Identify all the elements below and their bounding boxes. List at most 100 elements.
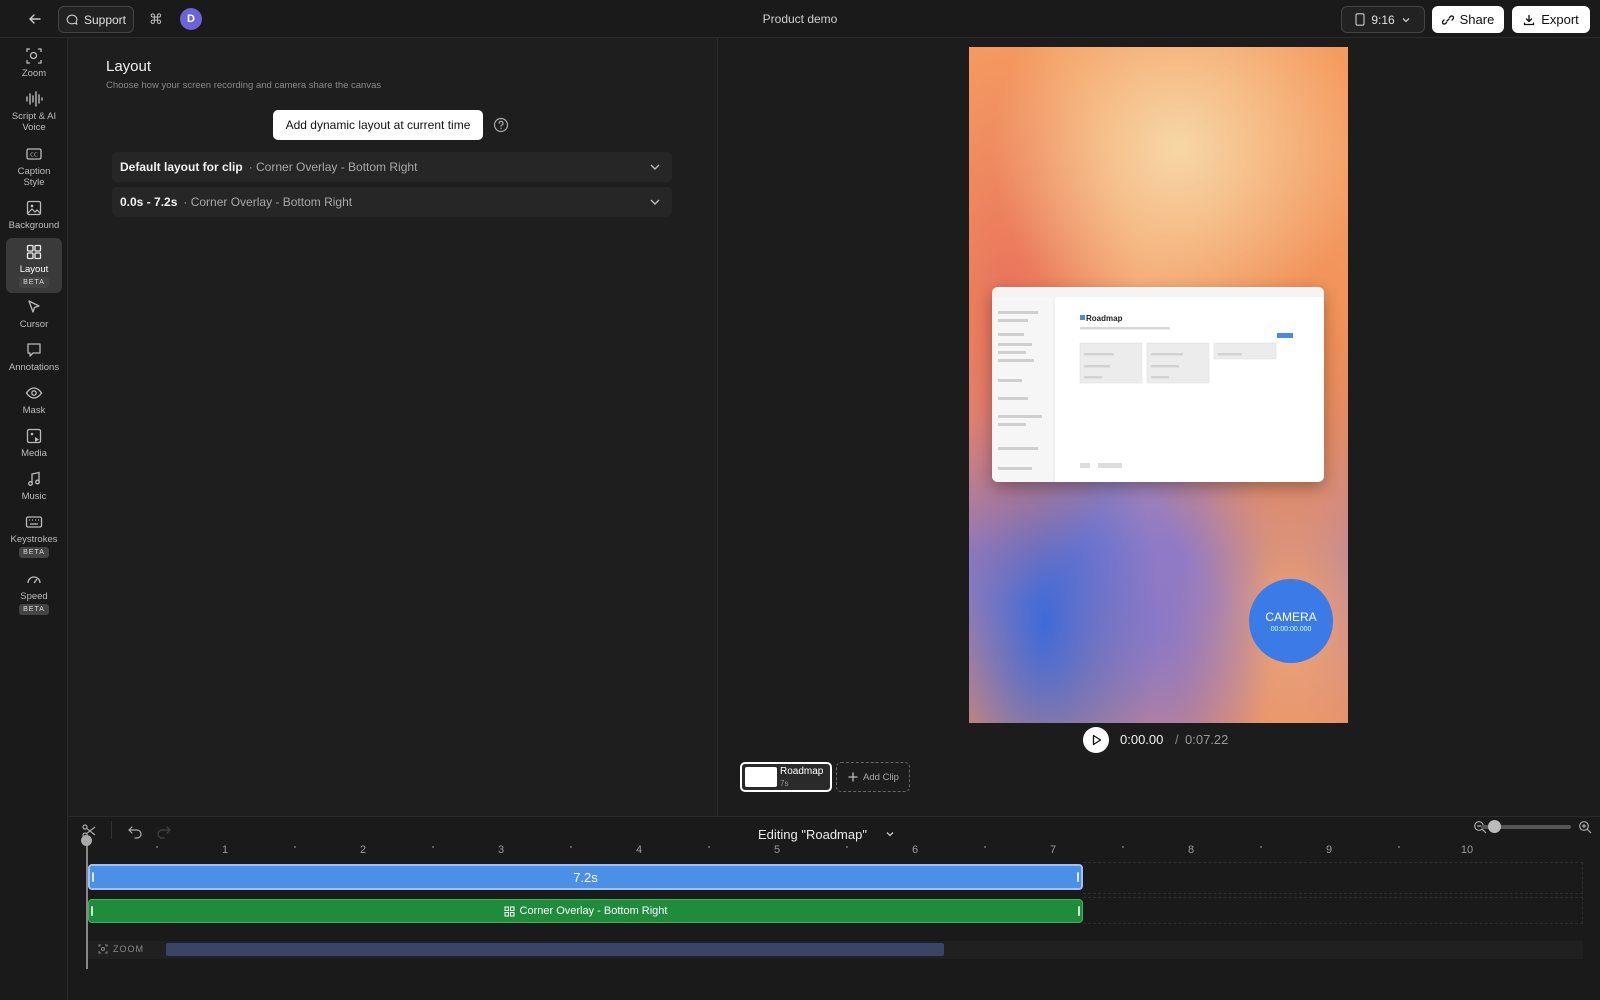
sidebar-item-cursor[interactable]: Cursor — [6, 297, 62, 330]
zoom-slider-handle[interactable] — [1488, 820, 1501, 833]
sidebar-item-annotations[interactable]: Annotations — [6, 340, 62, 373]
ruler-minor-tick — [156, 846, 158, 848]
row-detail: · Corner Overlay - Bottom Right — [183, 195, 353, 209]
arrow-left-icon — [29, 14, 41, 24]
image-icon — [24, 198, 44, 218]
clip-segment[interactable]: 7.2s — [88, 864, 1083, 890]
redo-button[interactable] — [156, 823, 172, 839]
sidebar-item-zoom[interactable]: Zoom — [6, 46, 62, 79]
screen-title: Roadmap — [1086, 314, 1123, 323]
support-button[interactable]: Support — [58, 6, 134, 33]
ruler-minor-tick — [294, 846, 296, 848]
video-canvas[interactable]: Roadmap CAMERA 00:00:00.000 — [969, 47, 1348, 723]
share-button[interactable]: Share — [1432, 6, 1504, 33]
panel-subtitle: Choose how your screen recording and cam… — [106, 80, 382, 91]
ruler-minor-tick — [1398, 846, 1400, 848]
preview-area: Roadmap CAMERA 00:00:00.000 0:00.00 / 0:… — [718, 38, 1600, 816]
add-clip-button[interactable]: Add Clip — [836, 762, 910, 792]
sidebar-item-keystrokes[interactable]: Keystrokes BETA — [6, 512, 62, 558]
command-palette-button[interactable]: ⌘ — [144, 8, 168, 30]
clip-thumbnail — [745, 767, 777, 787]
caption-icon: CC — [24, 144, 44, 164]
ruler-minor-tick — [846, 846, 848, 848]
ruler-minor-tick — [570, 846, 572, 848]
sidebar-item-label: Layout — [19, 264, 49, 275]
clip-trim-end-handle[interactable] — [1077, 872, 1079, 882]
beta-badge: BETA — [19, 604, 49, 615]
comment-icon — [24, 340, 44, 360]
sidebar-item-layout[interactable]: Layout BETA — [6, 238, 62, 293]
avatar[interactable]: D — [180, 8, 202, 30]
support-label: Support — [83, 12, 127, 27]
export-button[interactable]: Export — [1512, 6, 1590, 33]
sidebar-item-background[interactable]: Background — [6, 198, 62, 231]
media-icon — [24, 426, 44, 446]
help-icon[interactable] — [492, 116, 510, 134]
sidebar-item-mask[interactable]: Mask — [6, 383, 62, 416]
grid-icon — [24, 242, 44, 262]
clip-card[interactable]: Roadmap 7s — [740, 762, 832, 792]
ruler-tick: 2 — [359, 844, 367, 856]
plus-icon — [848, 772, 858, 782]
ruler-tick: 7 — [1049, 844, 1057, 856]
zoom-icon — [98, 944, 108, 954]
layout-trim-end-handle[interactable] — [1078, 906, 1080, 916]
sidebar-item-label: Caption Style — [17, 166, 51, 188]
tool-sidebar: Zoom Script & AI Voice CC Caption Style … — [0, 38, 68, 1000]
sidebar-item-label: Annotations — [8, 362, 60, 373]
default-layout-row[interactable]: Default layout for clip · Corner Overlay… — [112, 152, 672, 182]
add-clip-label: Add Clip — [863, 771, 899, 783]
chevron-down-icon — [650, 164, 660, 170]
zoom-segment[interactable] — [166, 943, 944, 956]
layout-segment-row[interactable]: 0.0s - 7.2s · Corner Overlay - Bottom Ri… — [112, 187, 672, 217]
sidebar-item-speed[interactable]: Speed BETA — [6, 569, 62, 615]
ruler-tick: 6 — [911, 844, 919, 856]
playhead-handle[interactable] — [81, 835, 92, 846]
layout-track-empty — [1083, 897, 1583, 924]
undo-button[interactable] — [127, 823, 143, 839]
top-bar: Support ⌘ D Product demo 9:16 Share Expo… — [0, 0, 1600, 38]
sidebar-item-label: Mask — [22, 405, 46, 416]
cursor-icon — [24, 297, 44, 317]
ruler-minor-tick — [432, 846, 434, 848]
sidebar-item-label: Keystrokes — [10, 534, 58, 545]
layout-trim-start-handle[interactable] — [91, 906, 93, 916]
playhead-line — [86, 839, 88, 969]
aspect-ratio-select[interactable]: 9:16 — [1341, 6, 1425, 33]
ruler-minor-tick — [1122, 846, 1124, 848]
screen-recording-overlay[interactable]: Roadmap — [992, 287, 1324, 482]
beta-badge: BETA — [19, 277, 49, 288]
camera-bubble[interactable]: CAMERA 00:00:00.000 — [1249, 579, 1333, 663]
play-button[interactable] — [1083, 727, 1109, 753]
layout-segment[interactable]: Corner Overlay - Bottom Right — [88, 899, 1083, 923]
ruler-tick: 10 — [1460, 844, 1474, 856]
download-icon — [1524, 14, 1535, 25]
export-label: Export — [1541, 12, 1579, 27]
back-button[interactable] — [22, 8, 48, 30]
zoom-out-button[interactable] — [1473, 820, 1487, 839]
editing-clip-select[interactable]: Editing "Roadmap" — [758, 827, 895, 842]
ruler-tick: 1 — [221, 844, 229, 856]
zoom-track: ZOOM — [88, 941, 1583, 959]
sidebar-item-media[interactable]: Media — [6, 426, 62, 459]
add-dynamic-layout-button[interactable]: Add dynamic layout at current time — [273, 110, 483, 140]
waveform-icon — [24, 89, 44, 109]
sidebar-item-label: Zoom — [21, 68, 47, 79]
share-label: Share — [1459, 12, 1495, 27]
command-icon: ⌘ — [149, 10, 163, 27]
chevron-down-icon — [886, 832, 894, 837]
clip-trim-start-handle[interactable] — [92, 872, 94, 882]
sidebar-item-caption-style[interactable]: CC Caption Style — [6, 144, 62, 188]
zoom-track-label: ZOOM — [98, 944, 144, 954]
panel-title: Layout — [106, 58, 152, 75]
sidebar-item-script[interactable]: Script & AI Voice — [6, 89, 62, 133]
sidebar-item-music[interactable]: Music — [6, 469, 62, 502]
zoom-track-text: ZOOM — [113, 944, 144, 954]
beta-badge: BETA — [19, 547, 49, 558]
zoom-in-button[interactable] — [1578, 820, 1592, 839]
layout-segment-label: Corner Overlay - Bottom Right — [519, 905, 668, 917]
clip-name: Roadmap — [780, 766, 824, 777]
ruler-minor-tick — [1260, 846, 1262, 848]
eye-icon — [24, 383, 44, 403]
sidebar-item-label: Speed — [20, 591, 48, 602]
